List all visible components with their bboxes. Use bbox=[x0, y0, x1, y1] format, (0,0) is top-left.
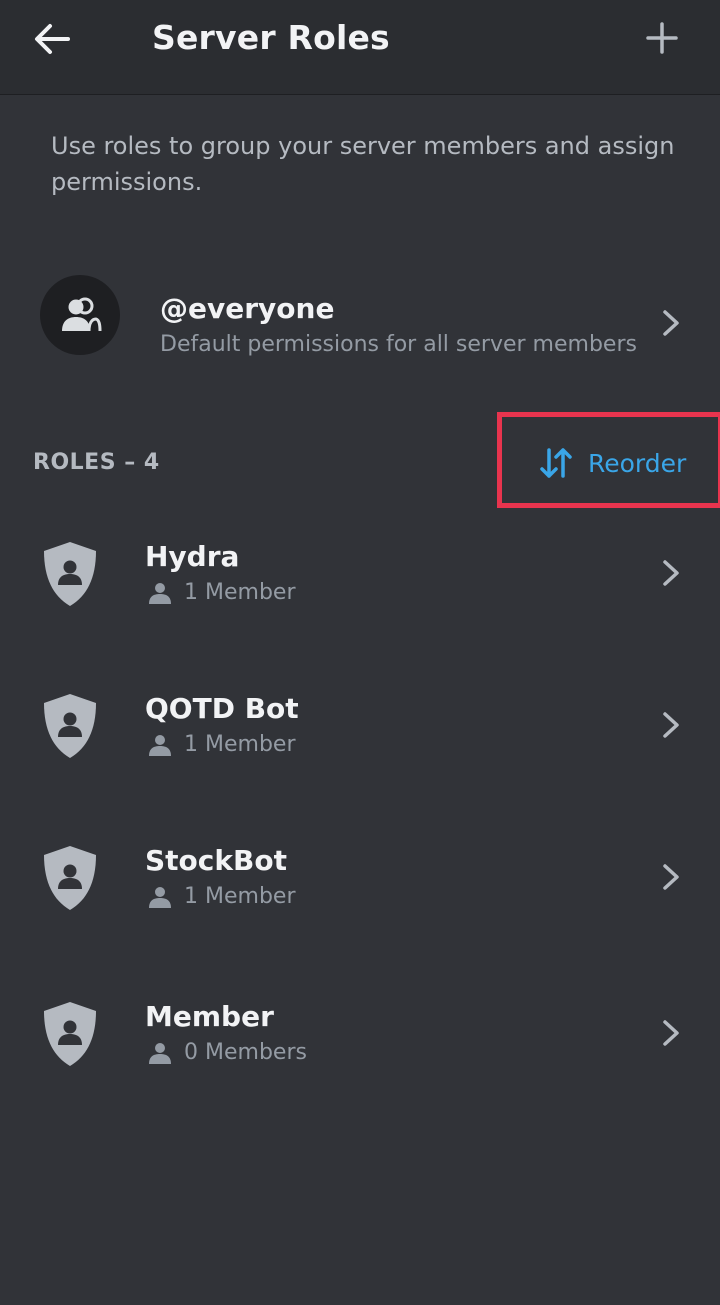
role-row[interactable]: QOTD Bot 1 Member bbox=[0, 692, 720, 812]
up-down-arrows-icon bbox=[540, 448, 572, 478]
shield-icon bbox=[44, 1002, 96, 1066]
arrow-left-icon bbox=[35, 24, 70, 54]
chevron-right-icon bbox=[663, 1020, 679, 1046]
member-count-text: 1 Member bbox=[184, 732, 296, 757]
chevron-right-icon bbox=[663, 310, 679, 336]
role-name: Hydra bbox=[145, 540, 240, 573]
member-count-text: 1 Member bbox=[184, 580, 296, 605]
everyone-avatar bbox=[40, 275, 120, 355]
role-row[interactable]: Hydra 1 Member bbox=[0, 540, 720, 660]
shield-icon bbox=[44, 542, 96, 606]
shield-icon bbox=[44, 846, 96, 910]
top-bar: Server Roles bbox=[0, 0, 720, 95]
role-row[interactable]: StockBot 1 Member bbox=[0, 844, 720, 964]
reorder-label: Reorder bbox=[588, 448, 687, 478]
role-name: StockBot bbox=[145, 844, 287, 877]
role-name: QOTD Bot bbox=[145, 692, 299, 725]
role-member-count: 1 Member bbox=[148, 732, 295, 757]
page-title: Server Roles bbox=[152, 18, 390, 57]
role-name: Member bbox=[145, 1000, 274, 1033]
person-icon bbox=[149, 1042, 171, 1064]
chevron-right-icon bbox=[663, 560, 679, 586]
everyone-role-row[interactable]: @everyone Default permissions for all se… bbox=[0, 270, 720, 360]
chevron-right-icon bbox=[663, 712, 679, 738]
plus-icon bbox=[646, 22, 678, 54]
role-member-count: 1 Member bbox=[148, 884, 295, 909]
role-row[interactable]: Member 0 Members bbox=[0, 1000, 720, 1120]
add-role-button[interactable] bbox=[640, 16, 684, 60]
member-count-text: 0 Members bbox=[184, 1040, 307, 1065]
everyone-role-name: @everyone bbox=[160, 292, 335, 325]
intro-text: Use roles to group your server members a… bbox=[51, 132, 675, 196]
shield-icon bbox=[44, 694, 96, 758]
roles-section-heading: ROLES – 4 bbox=[33, 450, 160, 475]
chevron-right-icon bbox=[663, 864, 679, 890]
reorder-button[interactable]: Reorder bbox=[540, 444, 686, 482]
role-member-count: 1 Member bbox=[148, 580, 295, 605]
member-count-text: 1 Member bbox=[184, 884, 296, 909]
person-icon bbox=[149, 886, 171, 908]
everyone-role-description: Default permissions for all server membe… bbox=[160, 332, 637, 357]
person-icon bbox=[149, 582, 171, 604]
back-button[interactable] bbox=[30, 16, 76, 62]
person-icon bbox=[149, 734, 171, 756]
role-member-count: 0 Members bbox=[148, 1040, 307, 1065]
people-icon bbox=[62, 297, 102, 332]
